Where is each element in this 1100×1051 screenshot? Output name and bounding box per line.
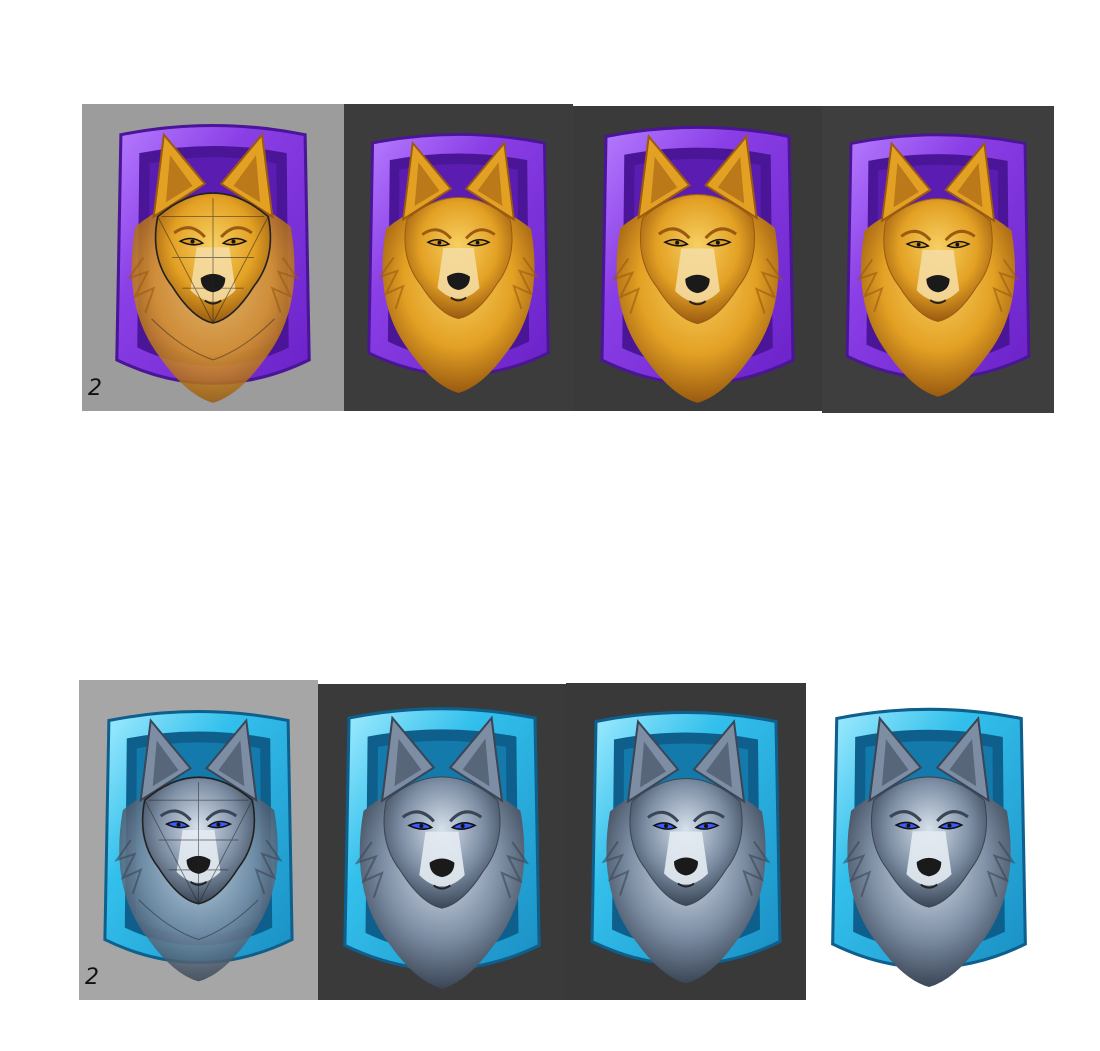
gold-wolf-emblem xyxy=(344,114,573,401)
gold-wolf-card-render-2 xyxy=(573,106,822,411)
stage-number-label: 2 xyxy=(85,965,99,990)
ice-wolf-card-render-3 xyxy=(806,683,1052,1000)
gold-wolf-card-sketch: 2 xyxy=(82,104,344,411)
ice-wolf-card-render-1 xyxy=(318,684,566,1000)
gold-wolf-card-render-3 xyxy=(822,106,1054,413)
gold-wolf-card-render-1 xyxy=(344,104,573,411)
ice-wolf-card-render-2 xyxy=(566,683,806,1000)
ice-wolf-emblem xyxy=(566,691,806,992)
gold-wolf-emblem xyxy=(822,114,1054,405)
ice-wolf-emblem xyxy=(318,687,566,997)
gold-wolf-emblem xyxy=(90,104,336,411)
gold-wolf-emblem xyxy=(575,106,820,411)
stage-number-label: 2 xyxy=(88,376,102,401)
ice-wolf-card-sketch: 2 xyxy=(79,680,318,1000)
ice-wolf-emblem xyxy=(79,690,318,990)
ice-wolf-emblem xyxy=(806,687,1052,996)
